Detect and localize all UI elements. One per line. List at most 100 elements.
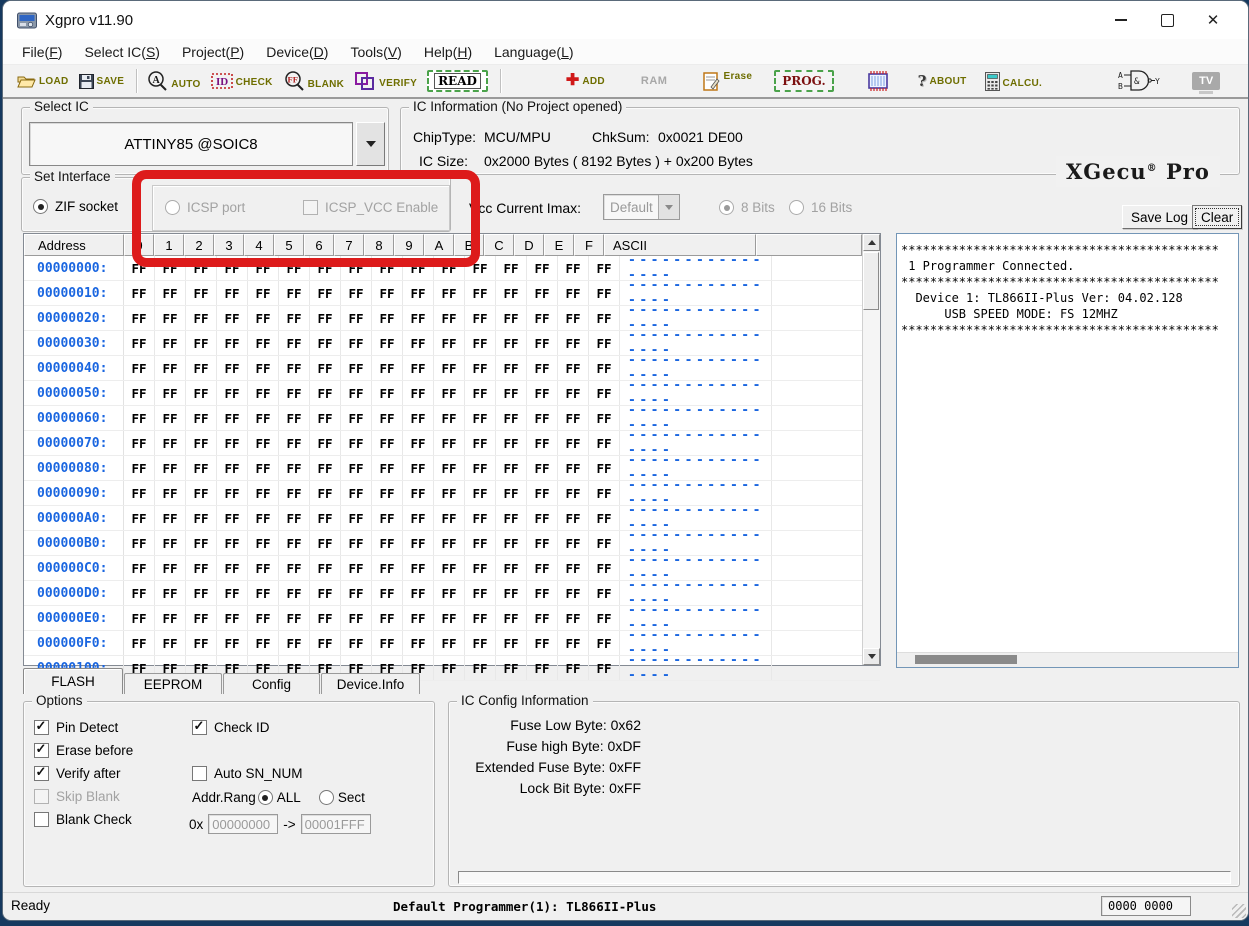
hex-byte-cell[interactable]: FF xyxy=(310,456,341,480)
hex-byte-cell[interactable]: FF xyxy=(403,431,434,455)
hex-byte-cell[interactable]: FF xyxy=(372,581,403,605)
hex-byte-cell[interactable]: FF xyxy=(403,356,434,380)
hex-byte-cell[interactable]: FF xyxy=(403,556,434,580)
hex-byte-cell[interactable]: FF xyxy=(155,631,186,655)
hex-byte-cell[interactable]: FF xyxy=(341,606,372,630)
hex-byte-cell[interactable]: FF xyxy=(217,281,248,305)
hex-byte-cell[interactable]: FF xyxy=(124,606,155,630)
hex-byte-cell[interactable]: FF xyxy=(496,606,527,630)
hex-byte-cell[interactable]: FF xyxy=(558,381,589,405)
hex-byte-cell[interactable]: FF xyxy=(496,656,527,680)
menu-item-select-ic[interactable]: Select IC(S) xyxy=(73,39,170,64)
hex-byte-cell[interactable]: FF xyxy=(589,581,620,605)
hex-byte-cell[interactable]: FF xyxy=(558,406,589,430)
hex-byte-cell[interactable]: FF xyxy=(496,256,527,280)
hex-byte-cell[interactable]: FF xyxy=(372,406,403,430)
hex-byte-cell[interactable]: FF xyxy=(589,606,620,630)
hex-byte-cell[interactable]: FF xyxy=(558,281,589,305)
hex-byte-cell[interactable]: FF xyxy=(434,581,465,605)
hex-byte-cell[interactable]: FF xyxy=(186,581,217,605)
hex-ascii-cell[interactable]: ---------------- xyxy=(620,531,772,555)
hex-byte-cell[interactable]: FF xyxy=(558,481,589,505)
hex-byte-cell[interactable]: FF xyxy=(341,506,372,530)
hex-byte-cell[interactable]: FF xyxy=(186,406,217,430)
hex-byte-cell[interactable]: FF xyxy=(465,306,496,330)
hex-byte-cell[interactable]: FF xyxy=(341,581,372,605)
tab-device-info[interactable]: Device.Info xyxy=(321,673,420,694)
hex-byte-cell[interactable]: FF xyxy=(372,256,403,280)
hex-byte-cell[interactable]: FF xyxy=(434,381,465,405)
hex-byte-cell[interactable]: FF xyxy=(434,631,465,655)
hex-byte-cell[interactable]: FF xyxy=(527,431,558,455)
hex-byte-cell[interactable]: FF xyxy=(186,281,217,305)
hex-byte-cell[interactable]: FF xyxy=(496,331,527,355)
hex-byte-cell[interactable]: FF xyxy=(341,531,372,555)
hex-byte-cell[interactable]: FF xyxy=(310,531,341,555)
hex-byte-cell[interactable]: FF xyxy=(310,356,341,380)
hex-byte-cell[interactable]: FF xyxy=(558,256,589,280)
hex-byte-cell[interactable]: FF xyxy=(527,506,558,530)
hex-ascii-cell[interactable]: ---------------- xyxy=(620,656,772,680)
hex-byte-cell[interactable]: FF xyxy=(403,256,434,280)
hex-byte-cell[interactable]: FF xyxy=(589,431,620,455)
hex-byte-cell[interactable]: FF xyxy=(155,431,186,455)
close-button[interactable]: ✕ xyxy=(1190,1,1236,39)
hex-ascii-cell[interactable]: ---------------- xyxy=(620,306,772,330)
hex-byte-cell[interactable]: FF xyxy=(155,406,186,430)
hex-byte-cell[interactable]: FF xyxy=(186,306,217,330)
select-ic-value[interactable]: ATTINY85 @SOIC8 xyxy=(29,122,353,166)
hex-byte-cell[interactable]: FF xyxy=(248,581,279,605)
about-button[interactable]: ? ABOUT xyxy=(918,74,967,89)
hex-byte-cell[interactable]: FF xyxy=(403,281,434,305)
menu-item-file[interactable]: File(F) xyxy=(11,39,73,64)
hex-byte-cell[interactable]: FF xyxy=(279,631,310,655)
hex-ascii-cell[interactable]: ---------------- xyxy=(620,631,772,655)
hex-byte-cell[interactable]: FF xyxy=(465,256,496,280)
bits16-radio[interactable]: 16 Bits xyxy=(789,200,852,215)
menu-item-project[interactable]: Project(P) xyxy=(171,39,255,64)
menu-item-language[interactable]: Language(L) xyxy=(483,39,584,64)
hex-byte-cell[interactable]: FF xyxy=(434,656,465,680)
hex-byte-cell[interactable]: FF xyxy=(217,456,248,480)
addr-from-input[interactable] xyxy=(208,814,278,834)
hex-byte-cell[interactable]: FF xyxy=(217,581,248,605)
hex-byte-cell[interactable]: FF xyxy=(434,356,465,380)
check-id-checkbox[interactable]: Check ID xyxy=(192,720,270,735)
hex-byte-cell[interactable]: FF xyxy=(124,581,155,605)
hex-byte-cell[interactable]: FF xyxy=(372,281,403,305)
hex-byte-cell[interactable]: FF xyxy=(403,606,434,630)
hex-byte-cell[interactable]: FF xyxy=(310,631,341,655)
hex-byte-cell[interactable]: FF xyxy=(558,331,589,355)
hex-byte-cell[interactable]: FF xyxy=(372,381,403,405)
hex-byte-cell[interactable]: FF xyxy=(155,556,186,580)
hex-byte-cell[interactable]: FF xyxy=(341,631,372,655)
hex-byte-cell[interactable]: FF xyxy=(155,331,186,355)
hex-byte-cell[interactable]: FF xyxy=(465,381,496,405)
hex-byte-cell[interactable]: FF xyxy=(279,331,310,355)
tab-flash[interactable]: FLASH xyxy=(23,668,123,694)
hex-byte-cell[interactable]: FF xyxy=(496,281,527,305)
hex-byte-cell[interactable]: FF xyxy=(186,456,217,480)
hex-byte-cell[interactable]: FF xyxy=(248,481,279,505)
hex-ascii-cell[interactable]: ---------------- xyxy=(620,506,772,530)
hex-byte-cell[interactable]: FF xyxy=(527,581,558,605)
hex-ascii-cell[interactable]: ---------------- xyxy=(620,381,772,405)
hex-byte-cell[interactable]: FF xyxy=(434,481,465,505)
blank-button[interactable]: FF BLANK xyxy=(283,70,345,92)
hex-byte-cell[interactable]: FF xyxy=(434,606,465,630)
hex-byte-cell[interactable]: FF xyxy=(186,256,217,280)
hex-byte-cell[interactable]: FF xyxy=(341,331,372,355)
hex-byte-cell[interactable]: FF xyxy=(527,306,558,330)
erase-before-checkbox[interactable]: Erase before xyxy=(34,743,133,758)
hex-byte-cell[interactable]: FF xyxy=(527,556,558,580)
hex-byte-cell[interactable]: FF xyxy=(248,331,279,355)
hex-byte-cell[interactable]: FF xyxy=(155,481,186,505)
hex-byte-cell[interactable]: FF xyxy=(496,481,527,505)
hex-byte-cell[interactable]: FF xyxy=(248,631,279,655)
hex-byte-cell[interactable]: FF xyxy=(155,581,186,605)
hex-byte-cell[interactable]: FF xyxy=(310,256,341,280)
hex-ascii-cell[interactable]: ---------------- xyxy=(620,481,772,505)
hex-byte-cell[interactable]: FF xyxy=(279,381,310,405)
hex-byte-cell[interactable]: FF xyxy=(496,631,527,655)
hex-byte-cell[interactable]: FF xyxy=(341,256,372,280)
